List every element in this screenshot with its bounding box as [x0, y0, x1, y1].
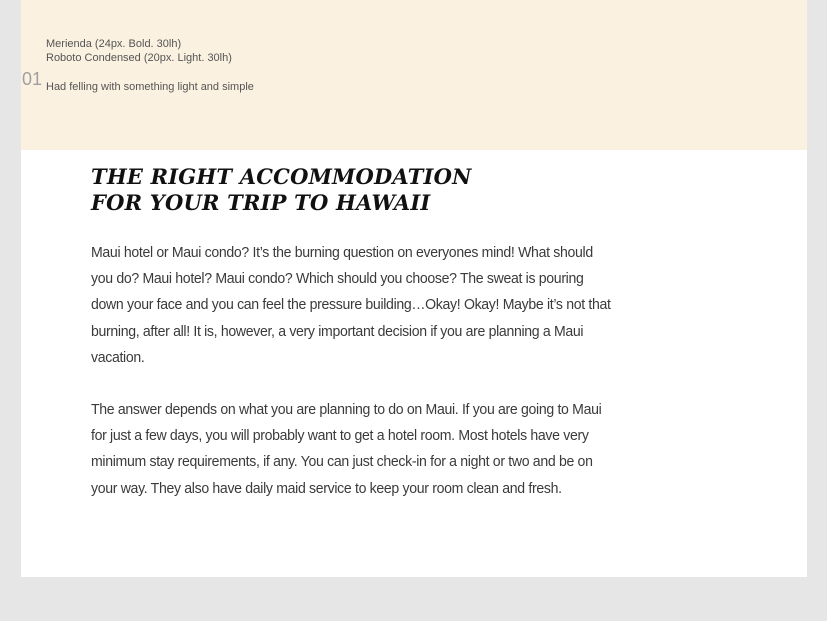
article-paragraph-2: The answer depends on what you are plann… — [91, 401, 602, 497]
headline-line-2: FOR YOUR TRIP TO HAWAII — [91, 190, 431, 215]
headline-line-1: THE RIGHT ACCOMMODATION — [91, 164, 472, 189]
typography-sample-card: 01 Merienda (24px. Bold. 30lh) Roboto Co… — [21, 0, 807, 577]
body-font-spec: Roboto Condensed (20px. Light. 30lh) — [46, 52, 232, 64]
article-paragraph-1: Maui hotel or Maui condo? It’s the burni… — [91, 244, 611, 366]
spec-description: Had felling with something light and sim… — [46, 81, 254, 93]
article: THE RIGHT ACCOMMODATION FOR YOUR TRIP TO… — [91, 164, 621, 502]
spec-number: 01 — [22, 69, 43, 89]
heading-font-spec: Merienda (24px. Bold. 30lh) — [46, 38, 182, 50]
article-headline: THE RIGHT ACCOMMODATION FOR YOUR TRIP TO… — [91, 164, 621, 216]
font-spec-panel: 01 Merienda (24px. Bold. 30lh) Roboto Co… — [21, 0, 807, 150]
